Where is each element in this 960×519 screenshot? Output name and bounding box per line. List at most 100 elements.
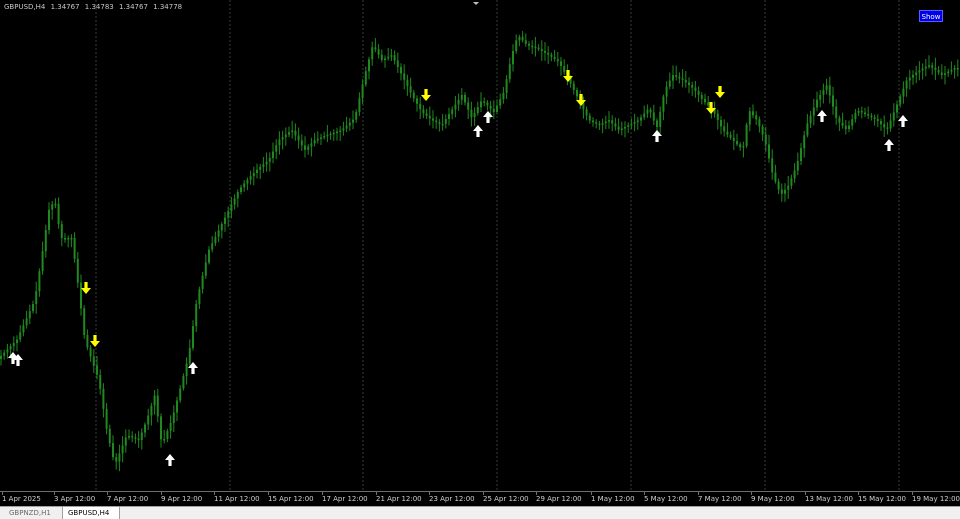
- candle-body: [57, 203, 60, 225]
- time-axis-label: 7 May 12:00: [698, 495, 742, 503]
- candle-body: [9, 346, 12, 350]
- candle-body: [649, 109, 652, 113]
- candle-body: [774, 172, 777, 182]
- candle-body: [643, 113, 646, 118]
- candle-body: [940, 72, 943, 75]
- candle-body: [656, 120, 658, 127]
- candle-body: [704, 98, 706, 103]
- time-axis-tick: [107, 492, 108, 495]
- candle-body: [227, 211, 230, 218]
- candle-body: [377, 49, 380, 55]
- candle-body: [742, 146, 745, 148]
- candle-body: [848, 125, 850, 129]
- time-axis-label: 9 Apr 12:00: [161, 495, 203, 503]
- candle-body: [540, 49, 543, 51]
- candle-body: [537, 47, 540, 50]
- candle-body: [224, 217, 226, 224]
- candle-body: [739, 144, 742, 148]
- candle-body: [700, 95, 703, 99]
- candle-body: [512, 51, 514, 65]
- candle-body: [886, 127, 889, 129]
- chart-shift-marker-icon[interactable]: [473, 2, 479, 5]
- candle-body: [822, 90, 825, 95]
- candle-body: [508, 64, 511, 80]
- candle-body: [188, 348, 191, 364]
- candle-body: [870, 115, 873, 118]
- candle-body: [473, 113, 476, 118]
- buy-arrow-icon: [817, 110, 827, 122]
- candle-body: [451, 109, 454, 115]
- candle-body: [854, 112, 857, 120]
- chart-window[interactable]: GBPUSD,H4 1.34767 1.34783 1.34767 1.3477…: [0, 0, 960, 519]
- candlestick-chart[interactable]: [0, 0, 960, 491]
- candle-body: [441, 123, 444, 126]
- candle-body: [556, 59, 559, 62]
- time-axis-tick: [2, 492, 3, 495]
- time-axis-label: 7 Apr 12:00: [107, 495, 149, 503]
- candle-body: [214, 236, 217, 244]
- candle-body: [518, 36, 521, 41]
- candle-body: [192, 326, 194, 349]
- ohlc-open: 1.34767: [50, 3, 80, 11]
- time-axis-label: 15 Apr 12:00: [268, 495, 314, 503]
- candle-body: [64, 238, 66, 240]
- candle-body: [617, 126, 620, 130]
- time-axis-tick: [214, 492, 215, 495]
- candle-body: [752, 111, 754, 116]
- tab-gbpusd-h4[interactable]: GBPUSD,H4: [62, 507, 120, 519]
- candle-body: [905, 80, 908, 89]
- time-axis-tick: [912, 492, 913, 495]
- candle-body: [12, 343, 15, 347]
- candle-body: [89, 347, 92, 357]
- candle-body: [233, 198, 236, 205]
- candle-body: [454, 104, 457, 110]
- candle-body: [531, 45, 534, 48]
- buy-arrow-icon: [483, 111, 493, 123]
- tab-gbpnzd-h1[interactable]: GBPNZD,H1: [4, 507, 60, 519]
- candle-body: [153, 395, 156, 406]
- candle-body: [124, 437, 127, 446]
- candle-body: [460, 95, 463, 100]
- candle-body: [256, 169, 258, 173]
- candle-body: [160, 416, 162, 440]
- candle-body: [809, 115, 812, 124]
- candle-body: [627, 125, 630, 127]
- candle-body: [374, 47, 377, 50]
- candle-body: [806, 123, 809, 136]
- candle-body: [796, 161, 799, 171]
- time-axis-tick: [429, 492, 430, 495]
- candle-body: [470, 109, 473, 118]
- candle-body: [16, 339, 18, 343]
- candle-body: [844, 125, 847, 129]
- candle-body: [86, 335, 89, 348]
- candle-body: [915, 72, 918, 76]
- candle-body: [364, 71, 367, 85]
- candle-body: [438, 122, 441, 124]
- symbol-timeframe: GBPUSD,H4: [4, 3, 46, 11]
- candle-body: [54, 203, 57, 206]
- buy-arrow-icon: [473, 125, 483, 137]
- chart-tab-bar: GBPNZD,H1 GBPUSD,H4: [0, 506, 960, 519]
- candle-body: [588, 115, 591, 121]
- candle-body: [819, 94, 822, 100]
- candle-body: [316, 138, 319, 141]
- candle-body: [419, 103, 422, 110]
- candle-body: [396, 60, 399, 67]
- time-axis-tick: [322, 492, 323, 495]
- time-axis-label: 29 Apr 12:00: [536, 495, 582, 503]
- price-plot-area[interactable]: [0, 0, 960, 491]
- candle-body: [150, 405, 153, 416]
- show-button[interactable]: Show: [919, 10, 943, 22]
- time-axis: 1 Apr 2025 3 Apr 12:00 7 Apr 12:00 9 Apr 12…: [0, 491, 960, 506]
- candle-body: [720, 120, 722, 127]
- candle-body: [758, 119, 761, 127]
- candle-body: [624, 126, 626, 129]
- candle-body: [838, 117, 841, 123]
- candle-body: [585, 109, 588, 116]
- candle-body: [352, 119, 354, 123]
- candle-body: [204, 262, 207, 276]
- candle-body: [348, 122, 351, 126]
- candle-body: [166, 431, 169, 439]
- candle-body: [924, 66, 927, 69]
- candle-body: [636, 120, 639, 123]
